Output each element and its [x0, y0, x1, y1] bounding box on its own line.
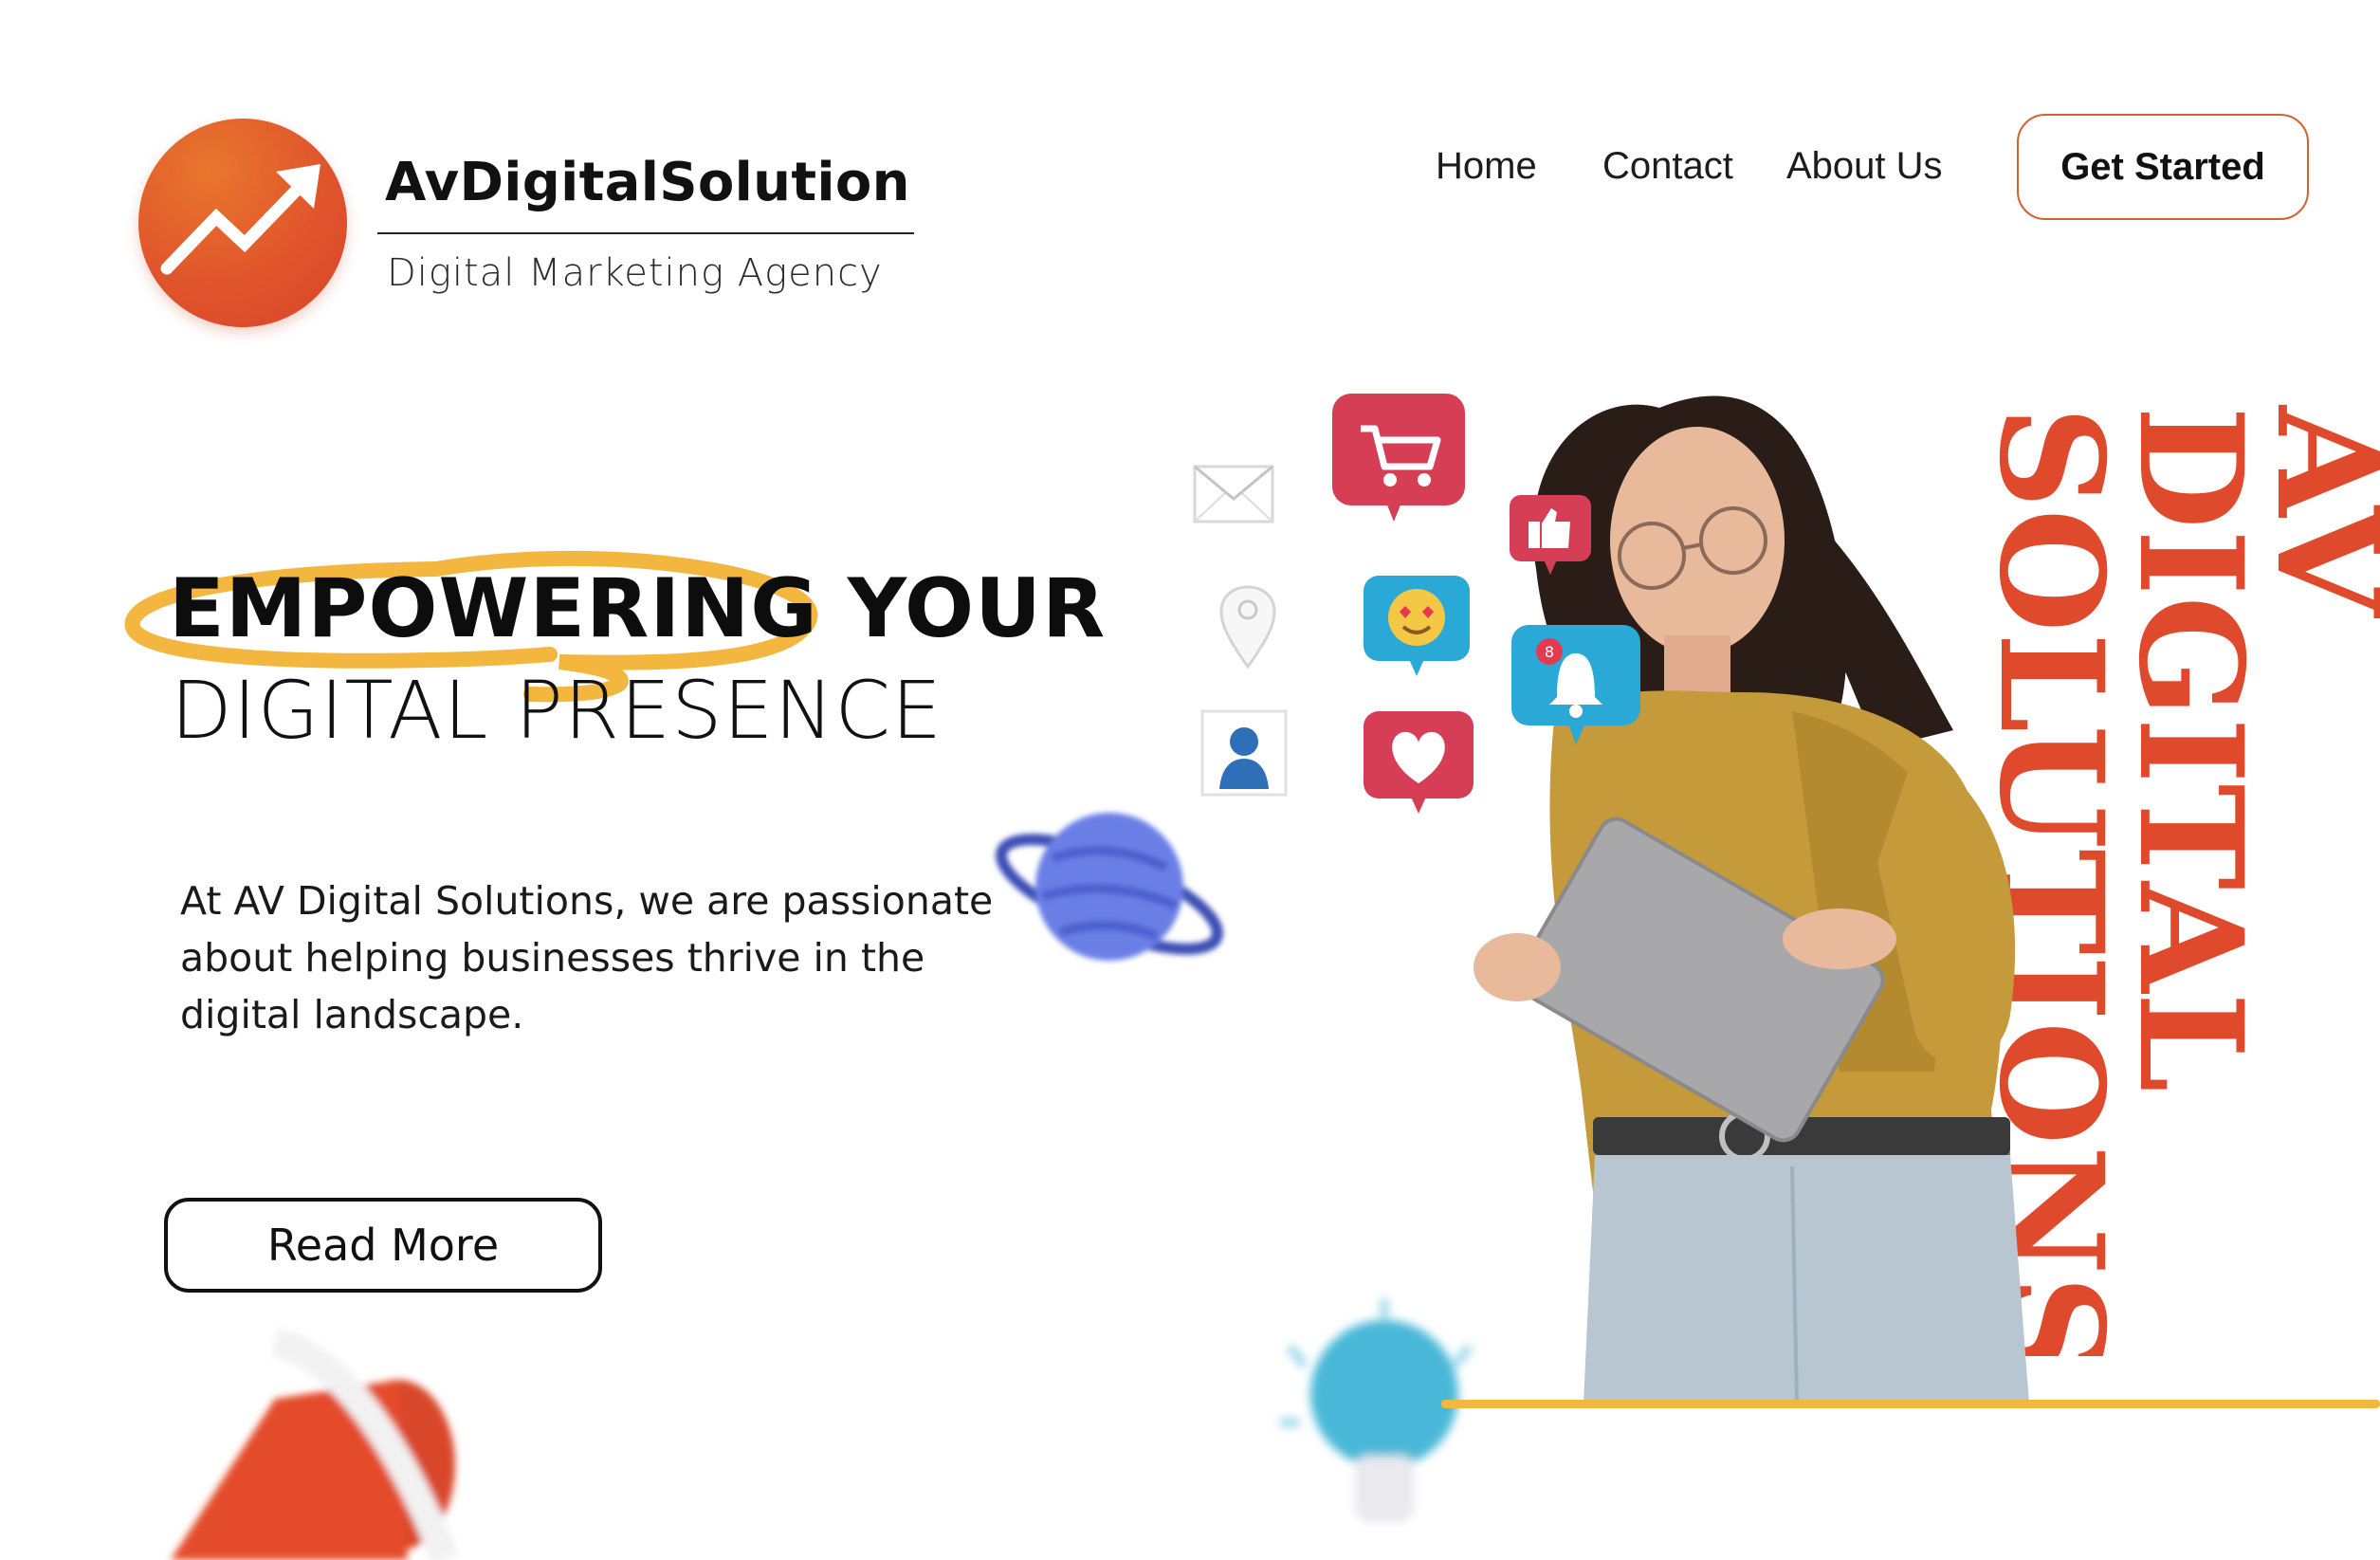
envelope-icon: [1193, 465, 1274, 523]
woman-with-tablet-image: [1474, 395, 2029, 1404]
get-started-button[interactable]: Get Started: [2017, 114, 2309, 220]
nav-about-us-link[interactable]: About Us: [1786, 145, 1943, 188]
nav-home-link[interactable]: Home: [1436, 145, 1537, 188]
logo-icon[interactable]: [138, 119, 347, 327]
brand-name[interactable]: AvDigitalSolution: [385, 152, 916, 213]
location-pin-icon: [1219, 585, 1276, 670]
heart-icon: [1364, 711, 1474, 814]
brand-tagline: Digital Marketing Agency: [387, 251, 883, 295]
read-more-button[interactable]: Read More: [164, 1198, 602, 1293]
notification-count: 8: [1545, 643, 1554, 661]
bell-icon: 8: [1511, 625, 1640, 744]
accent-underline: [1441, 1400, 2380, 1408]
megaphone-icon: [171, 1328, 459, 1560]
heart-eyes-emoji-icon: [1364, 576, 1470, 676]
brand-divider: [377, 232, 914, 234]
landing-page: AvDigitalSolution Digital Marketing Agen…: [0, 0, 2380, 1560]
hero-description: At AV Digital Solutions, we are passiona…: [180, 878, 994, 1037]
shopping-cart-icon: [1332, 394, 1465, 522]
nav-contact-link[interactable]: Contact: [1602, 145, 1733, 188]
vertical-text-line1: AV: [2244, 406, 2380, 616]
planet-icon: [995, 813, 1224, 961]
thumbs-up-icon: [1510, 495, 1591, 575]
user-icon: [1200, 709, 1288, 797]
hero-headline-line2: DIGITAL PRESENCE: [171, 664, 943, 757]
trend-up-arrow-icon: [160, 164, 320, 275]
hero-headline-line1: EMPOWERING YOUR: [169, 561, 1107, 656]
lightbulb-icon: [1280, 1299, 1474, 1522]
